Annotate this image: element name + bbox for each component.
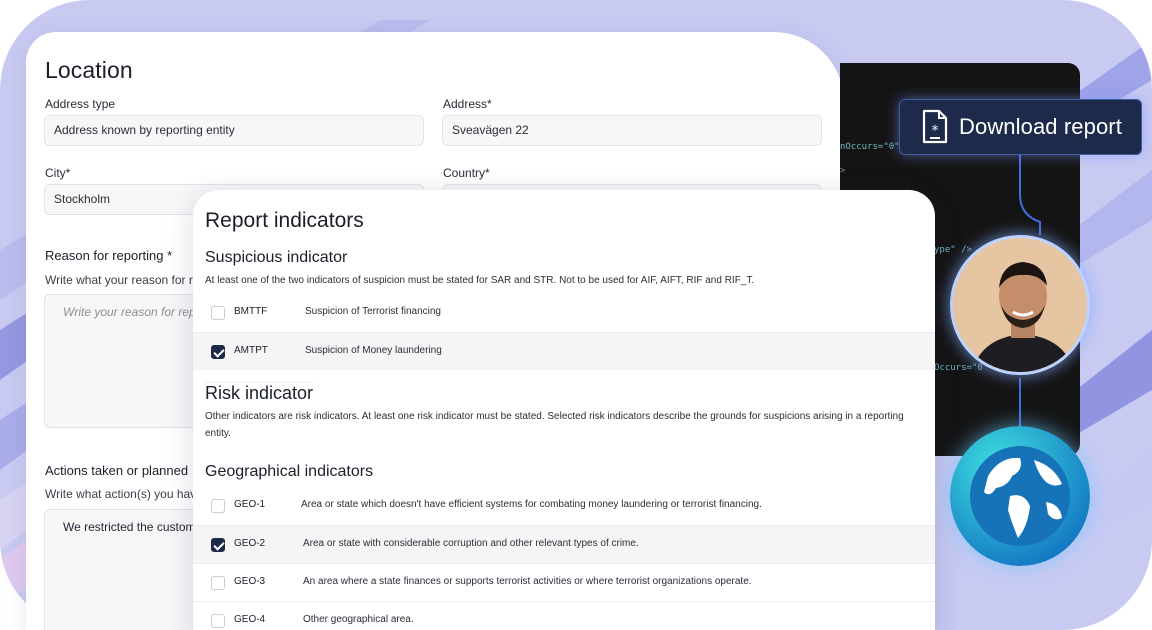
download-report-button[interactable]: * Download report (899, 99, 1142, 155)
indicator-checkbox[interactable] (211, 499, 225, 513)
indicator-checkbox[interactable] (211, 614, 225, 628)
suspicious-description: At least one of the two indicators of su… (205, 275, 755, 286)
indicator-code: GEO-2 (234, 538, 266, 549)
indicator-row[interactable]: GEO-2 Area or state with considerable co… (193, 525, 935, 563)
globe-icon (950, 426, 1090, 566)
indicator-text: Suspicion of Money laundering (305, 345, 442, 356)
svg-text:*: * (932, 123, 939, 139)
indicator-row[interactable]: AMTPT Suspicion of Money laundering (193, 332, 935, 370)
indicator-checkbox[interactable] (211, 576, 225, 590)
indicator-text: Suspicion of Terrorist financing (305, 306, 441, 317)
address-type-select[interactable]: Address known by reporting entity (44, 115, 424, 146)
avatar (950, 235, 1090, 375)
suspicious-title: Suspicious indicator (205, 249, 348, 266)
actions-hint: Write what action(s) you hav (45, 487, 195, 501)
code-line: > (840, 166, 846, 176)
city-label: City* (45, 166, 71, 180)
address-label: Address* (443, 97, 492, 111)
indicator-text: An area where a state finances or suppor… (303, 576, 752, 587)
risk-description: Other indicators are risk indicators. At… (205, 411, 904, 439)
indicator-code: GEO-1 (234, 499, 266, 510)
person-photo (953, 238, 1087, 372)
address-input[interactable]: Sveavägen 22 (442, 115, 822, 146)
indicator-code: AMTPT (234, 345, 268, 356)
code-line: nOccurs="0" (840, 142, 900, 152)
indicator-code: BMTTF (234, 306, 268, 317)
indicator-checkbox[interactable] (211, 306, 225, 320)
reason-label: Reason for reporting * (45, 248, 173, 263)
reason-hint: Write what your reason for re (45, 273, 195, 287)
report-indicators-card: Report indicators Suspicious indicator A… (193, 190, 935, 630)
indicator-text: Area or state which doesn't have efficie… (301, 499, 762, 510)
indicator-text: Area or state with considerable corrupti… (303, 538, 639, 549)
code-line: ype" /> (934, 245, 972, 255)
report-title: Report indicators (205, 209, 364, 232)
code-line: Occurs="0 (934, 363, 983, 373)
indicator-code: GEO-4 (234, 614, 266, 625)
indicator-text: Other geographical area. (303, 614, 414, 625)
indicator-checkbox[interactable] (211, 345, 225, 359)
actions-label: Actions taken or planned (45, 463, 189, 478)
risk-title: Risk indicator (205, 382, 314, 403)
document-icon: * (922, 109, 948, 144)
country-label: Country* (443, 166, 490, 180)
indicator-row[interactable]: BMTTF Suspicion of Terrorist financing (193, 294, 935, 332)
download-report-label: Download report (959, 114, 1122, 139)
indicator-row[interactable]: GEO-4 Other geographical area. (193, 601, 935, 630)
indicator-checkbox[interactable] (211, 538, 225, 552)
indicator-row[interactable]: GEO-3 An area where a state finances or … (193, 563, 935, 601)
indicator-row[interactable]: GEO-1 Area or state which doesn't have e… (193, 487, 935, 525)
location-title: Location (45, 57, 133, 83)
indicator-code: GEO-3 (234, 576, 266, 587)
geo-title: Geographical indicators (205, 463, 374, 480)
address-type-label: Address type (45, 97, 116, 111)
